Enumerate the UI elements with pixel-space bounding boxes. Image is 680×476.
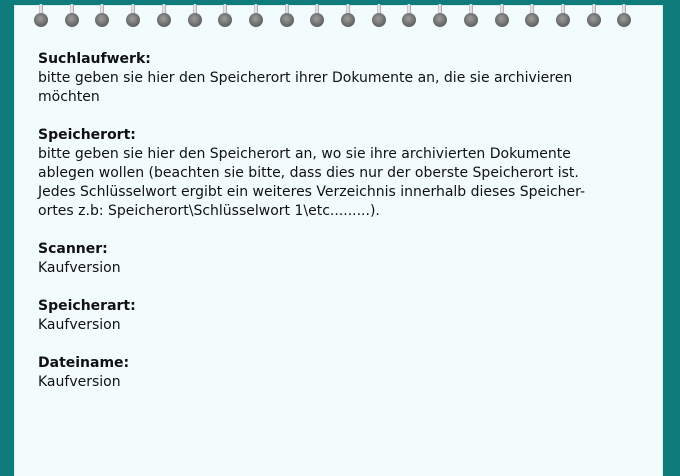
section-heading: Speicherort:: [38, 127, 136, 143]
section-text: bitte geben sie hier den Speicherort ihr…: [38, 70, 573, 105]
section-text: Kaufversion: [38, 317, 121, 333]
binding-ring-icon: [494, 4, 509, 28]
section-text: bitte geben sie hier den Speicherort an,…: [38, 146, 586, 219]
binding-ring-icon: [555, 4, 570, 28]
section-text: Kaufversion: [38, 374, 121, 390]
binding-ring-icon: [586, 4, 601, 28]
section-dateiname: Dateiname: Kaufversion: [38, 354, 648, 392]
spiral-binding: [0, 0, 680, 30]
section-suchlaufwerk: Suchlaufwerk: bitte geben sie hier den S…: [38, 50, 648, 107]
binding-ring-icon: [310, 4, 325, 28]
binding-ring-icon: [64, 4, 79, 28]
section-heading: Dateiname:: [38, 355, 130, 371]
section-heading: Speicherart:: [38, 298, 136, 314]
binding-ring-icon: [218, 4, 233, 28]
binding-ring-icon: [279, 4, 294, 28]
section-text: Kaufversion: [38, 260, 121, 276]
binding-ring-icon: [463, 4, 478, 28]
section-scanner: Scanner: Kaufversion: [38, 240, 648, 278]
binding-ring-icon: [248, 4, 263, 28]
section-speicherart: Speicherart: Kaufversion: [38, 297, 648, 335]
section-speicherort: Speicherort: bitte geben sie hier den Sp…: [38, 126, 648, 221]
binding-ring-icon: [156, 4, 171, 28]
binding-ring-icon: [187, 4, 202, 28]
binding-ring-icon: [433, 4, 448, 28]
binding-ring-icon: [95, 4, 110, 28]
binding-ring-icon: [34, 4, 48, 28]
binding-ring-icon: [525, 4, 540, 28]
binding-ring-icon: [126, 4, 141, 28]
section-heading: Suchlaufwerk:: [38, 51, 151, 67]
binding-ring-icon: [371, 4, 386, 28]
help-content: Suchlaufwerk: bitte geben sie hier den S…: [38, 50, 648, 411]
binding-ring-icon: [341, 4, 355, 28]
binding-ring-icon: [402, 4, 417, 28]
binding-ring-icon: [617, 4, 632, 28]
section-heading: Scanner:: [38, 241, 108, 257]
